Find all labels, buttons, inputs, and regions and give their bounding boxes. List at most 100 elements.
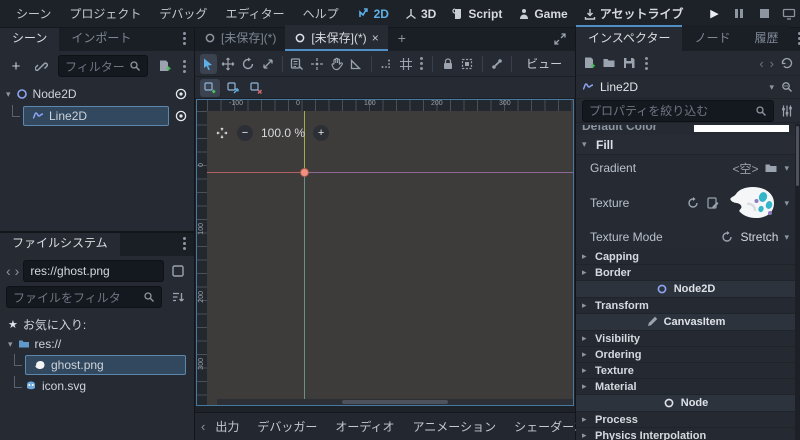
tab-game[interactable]: Game: [511, 4, 574, 24]
gradient-empty-value[interactable]: <空>: [732, 160, 758, 177]
scene-dock-menu-icon[interactable]: [182, 32, 186, 45]
folder-icon[interactable]: [764, 161, 778, 175]
remote-debug-icon[interactable]: [781, 6, 797, 22]
edit-history-icon[interactable]: [780, 56, 794, 70]
current-path-field[interactable]: res://ghost.png: [23, 260, 164, 282]
collapse-arrow-icon[interactable]: ▾: [6, 89, 11, 100]
texture-ghost-preview[interactable]: [726, 185, 778, 221]
tree-row-res-root[interactable]: ▾ res://: [4, 334, 190, 354]
tree-row-ghost-png[interactable]: ghost.png: [4, 354, 190, 376]
zoom-percent[interactable]: 100.0 %: [261, 126, 305, 140]
property-gradient[interactable]: Gradient <空> ▾: [576, 155, 795, 181]
ruler-tool-button[interactable]: [348, 54, 365, 74]
group-texture[interactable]: ▸ Texture: [576, 363, 795, 379]
history-back-icon[interactable]: ‹: [759, 56, 763, 71]
group-ordering[interactable]: ▸ Ordering: [576, 347, 795, 363]
move-point-tool[interactable]: [223, 79, 243, 97]
view-menu-button[interactable]: ビュー: [518, 53, 570, 74]
tab-filesystem[interactable]: ファイルシステム: [0, 233, 120, 256]
stop-button[interactable]: [756, 6, 772, 22]
color-swatch[interactable]: [694, 125, 789, 132]
visibility-eye-icon[interactable]: [174, 87, 188, 101]
node-dropdown-icon[interactable]: ▾: [769, 82, 774, 93]
tab-history[interactable]: 履歴: [742, 25, 791, 51]
pause-button[interactable]: [731, 6, 747, 22]
skeleton-options-button[interactable]: [489, 54, 506, 74]
attach-script-button[interactable]: [154, 56, 174, 76]
property-default-color-partial[interactable]: Default Color: [576, 125, 795, 135]
snap-options-menu-icon[interactable]: [420, 57, 424, 70]
edit-resource-icon[interactable]: [706, 196, 720, 210]
visibility-eye-icon[interactable]: [174, 109, 188, 123]
tree-row-icon-svg[interactable]: icon.svg: [4, 376, 190, 396]
tab-import[interactable]: インポート: [59, 28, 144, 51]
new-resource-icon[interactable]: [582, 56, 596, 70]
center-view-icon[interactable]: [215, 126, 229, 140]
play-button[interactable]: ▶: [706, 6, 722, 22]
menu-editor[interactable]: エディター: [217, 2, 292, 25]
menu-project[interactable]: プロジェクト: [61, 2, 149, 25]
property-texture-mode[interactable]: Texture Mode Stretch ▾: [576, 225, 795, 249]
pan-tool-button[interactable]: [328, 54, 345, 74]
tab-node[interactable]: ノード: [682, 25, 743, 51]
group-physics-interpolation[interactable]: ▸ Physics Interpolation: [576, 428, 795, 440]
close-tab-icon[interactable]: ×: [372, 31, 379, 45]
tab-inspector[interactable]: インスペクター: [576, 25, 683, 51]
zoom-in-button[interactable]: +: [313, 125, 330, 141]
zoom-out-button[interactable]: −: [237, 125, 253, 141]
menu-debug[interactable]: デバッグ: [151, 2, 215, 25]
group-border[interactable]: ▸ Border: [576, 265, 795, 281]
menu-help[interactable]: ヘルプ: [295, 2, 347, 25]
tab-assetlib[interactable]: アセットライブ: [577, 2, 691, 25]
tab-script[interactable]: Script: [445, 4, 509, 24]
tree-row-node2d[interactable]: ▾ Node2D: [2, 83, 192, 105]
group-object-button[interactable]: [459, 54, 476, 74]
canvas-viewport[interactable]: -100 0 100 200 300 0 100 200 300 − 100.0…: [196, 99, 574, 406]
group-material[interactable]: ▸ Material: [576, 379, 795, 395]
resource-menu-icon[interactable]: [644, 56, 648, 70]
panel-output[interactable]: 出力: [207, 415, 247, 438]
open-docs-icon[interactable]: [780, 80, 794, 94]
inspector-tools-icon[interactable]: [780, 104, 794, 118]
menu-scene[interactable]: シーン: [8, 2, 59, 25]
inspector-scrollbar[interactable]: [795, 124, 800, 440]
scene-tab-2[interactable]: [未保存](*) ×: [285, 25, 389, 51]
panel-debugger[interactable]: デバッガー: [249, 415, 325, 438]
revert-icon[interactable]: [686, 196, 700, 210]
lock-object-button[interactable]: [439, 54, 456, 74]
scene-filter-input[interactable]: フィルター: 名前: [58, 55, 148, 77]
group-process[interactable]: ▸ Process: [576, 412, 795, 428]
move-tool-button[interactable]: [220, 54, 237, 74]
property-texture[interactable]: Texture ▾: [576, 181, 795, 225]
2d-canvas[interactable]: − 100.0 % +: [207, 111, 573, 405]
panel-audio[interactable]: オーディオ: [327, 415, 402, 438]
nav-forward-button[interactable]: ›: [15, 263, 20, 279]
scene-tree-menu-icon[interactable]: [182, 59, 186, 73]
scene-tab-1[interactable]: [未保存](*): [195, 25, 285, 51]
sort-files-icon[interactable]: [168, 287, 188, 307]
history-forward-icon[interactable]: ›: [770, 56, 774, 71]
gradient-dropdown-icon[interactable]: ▾: [784, 163, 789, 174]
group-capping[interactable]: ▸ Capping: [576, 249, 795, 265]
texture-mode-dropdown-icon[interactable]: ▾: [784, 232, 789, 243]
revert-icon[interactable]: [720, 230, 734, 244]
save-resource-icon[interactable]: [622, 56, 636, 70]
add-node-button[interactable]: +: [6, 56, 26, 76]
panel-scroll-left-icon[interactable]: ‹: [201, 419, 205, 434]
select-tool-button[interactable]: [200, 53, 217, 74]
section-fill[interactable]: ▾ Fill: [576, 135, 795, 155]
rotate-tool-button[interactable]: [239, 54, 256, 74]
smart-snap-button[interactable]: [378, 54, 395, 74]
tab-3d[interactable]: 3D: [398, 4, 443, 24]
tree-row-line2d[interactable]: Line2D: [2, 105, 192, 127]
tab-2d[interactable]: 2D: [351, 4, 396, 24]
scale-tool-button[interactable]: [259, 54, 276, 74]
tab-scene[interactable]: シーン: [0, 28, 60, 51]
file-filter-input[interactable]: ファイルをフィルタ: [6, 286, 162, 308]
texture-dropdown-icon[interactable]: ▾: [784, 198, 789, 209]
group-visibility[interactable]: ▸ Visibility: [576, 331, 795, 347]
property-filter-input[interactable]: プロパティを絞り込む: [582, 99, 774, 122]
origin-point[interactable]: [300, 168, 309, 177]
add-point-tool[interactable]: [200, 78, 220, 97]
panel-animation[interactable]: アニメーション: [405, 415, 505, 438]
